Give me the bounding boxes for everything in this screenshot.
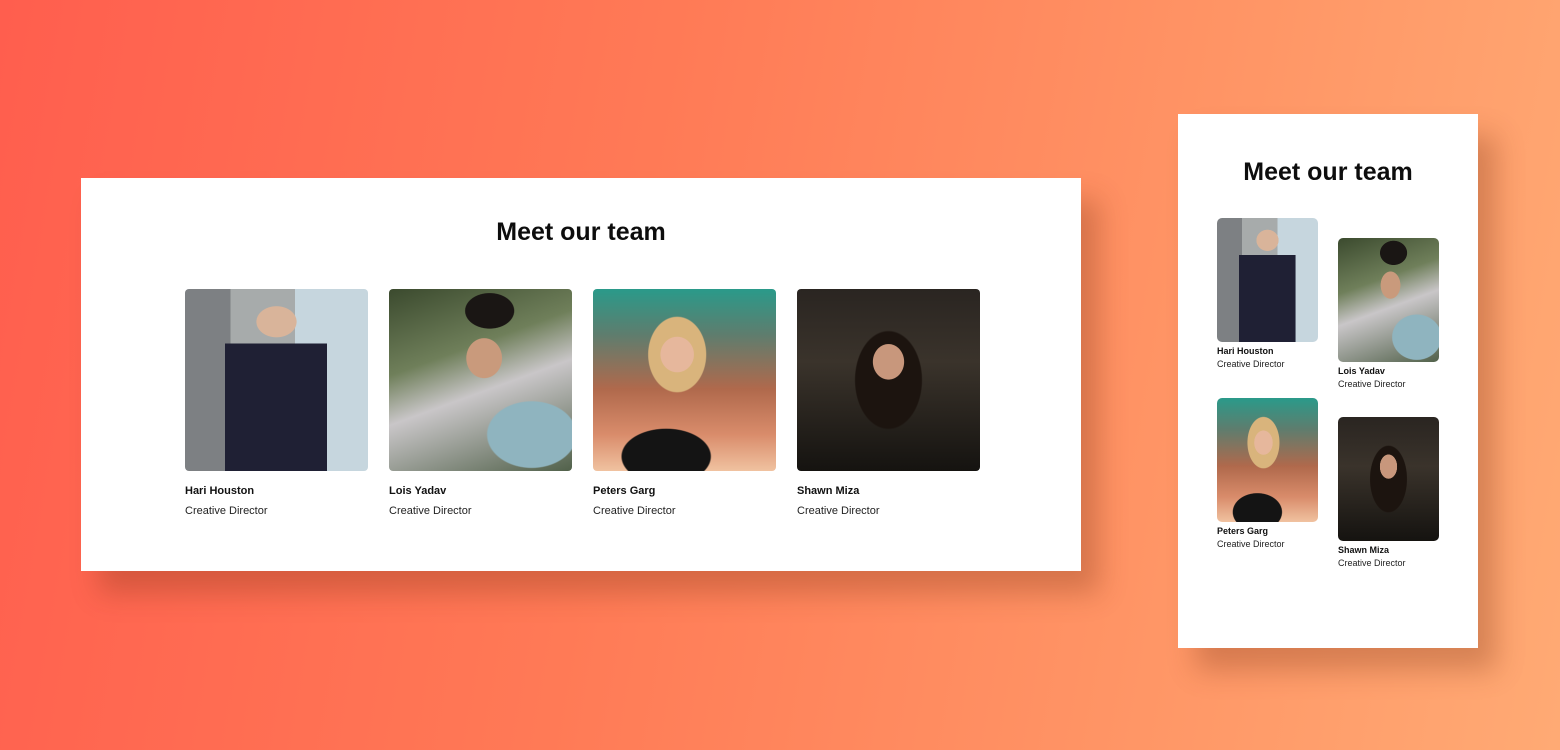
team-member-card[interactable]: Shawn Miza Creative Director [797,289,980,517]
team-member-card[interactable]: Lois Yadav Creative Director [389,289,572,517]
member-name: Hari Houston [185,485,255,497]
member-name: Peters Garg [593,485,656,497]
member-photo [797,289,980,471]
member-name: Peters Garg [1217,526,1269,536]
member-role: Creative Director [1338,379,1406,389]
member-photo [1217,218,1318,342]
team-member-card[interactable]: Shawn Miza Creative Director [1338,417,1439,568]
member-name: Hari Houston [1217,346,1274,356]
member-name: Lois Yadav [389,485,447,497]
member-name: Shawn Miza [1338,545,1390,555]
mobile-team-card: Meet our team Hari Houston Creative Dire… [1178,114,1478,648]
team-member-card[interactable]: Hari Houston Creative Director [1217,218,1318,369]
member-name: Lois Yadav [1338,366,1385,376]
desktop-team-card: Meet our team Hari Houston Creative Dire… [81,178,1081,571]
team-member-card[interactable]: Hari Houston Creative Director [185,289,368,517]
member-photo [185,289,368,471]
team-member-card[interactable]: Lois Yadav Creative Director [1338,238,1439,389]
member-photo [1338,238,1439,362]
team-member-card[interactable]: Peters Garg Creative Director [1217,398,1318,549]
member-role: Creative Director [185,505,268,517]
team-title: Meet our team [496,218,666,246]
member-name: Shawn Miza [797,485,860,497]
member-role: Creative Director [1338,558,1406,568]
member-photo [1338,417,1439,541]
team-member-card[interactable]: Peters Garg Creative Director [593,289,776,517]
member-role: Creative Director [389,505,472,517]
member-photo [593,289,776,471]
member-role: Creative Director [593,505,676,517]
member-photo [1217,398,1318,522]
member-role: Creative Director [1217,359,1285,369]
team-title: Meet our team [1243,158,1413,186]
member-role: Creative Director [1217,539,1285,549]
member-photo [389,289,572,471]
member-role: Creative Director [797,505,880,517]
